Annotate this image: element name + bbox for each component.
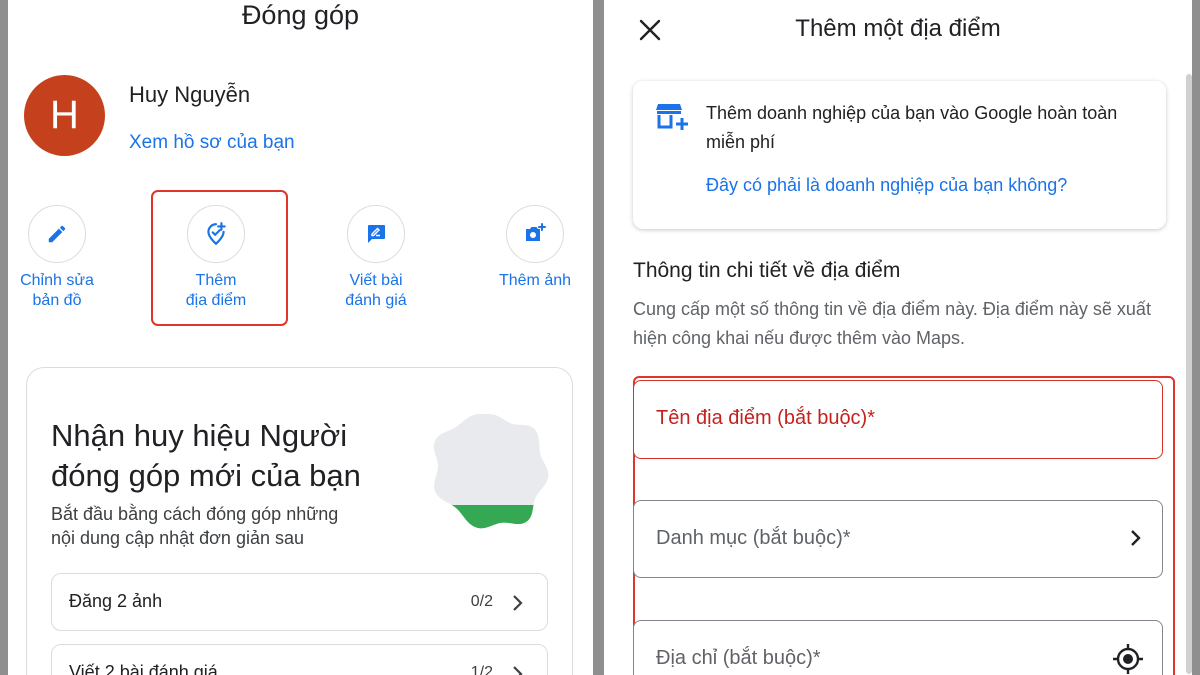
add-photo-icon [506, 205, 564, 263]
write-review-button[interactable]: Viết bài đánh giá [311, 205, 441, 311]
category-field[interactable]: Danh mục (bắt buộc)* [633, 500, 1163, 578]
badge-title: Nhận huy hiệu Người đóng góp mới của bạn [51, 418, 361, 493]
my-location-icon[interactable] [1112, 643, 1144, 675]
address-placeholder: Địa chỉ (bắt buộc)* [656, 647, 821, 669]
task-post-photos[interactable]: Đăng 2 ảnh 0/2 [51, 573, 548, 631]
is-this-your-business-link[interactable]: Đây có phải là doanh nghiệp của bạn khôn… [706, 175, 1067, 196]
add-photo-button[interactable]: Thêm ảnh [470, 205, 593, 291]
user-name: Huy Nguyễn [129, 82, 251, 107]
task-label: Viết 2 bài đánh giá [69, 662, 218, 675]
add-business-text: Thêm doanh nghiệp của bạn vào Google hoà… [706, 103, 1118, 152]
highlight-box [151, 190, 288, 326]
chevron-right-icon [1131, 530, 1141, 546]
place-name-placeholder: Tên địa điểm (bắt buộc)* [656, 407, 876, 429]
contribute-panel: Đóng góp H Huy Nguyễn Xem hồ sơ của bạn … [8, 0, 593, 675]
view-profile-link[interactable]: Xem hồ sơ của bạn [129, 132, 295, 154]
address-field[interactable]: Địa chỉ (bắt buộc)* [633, 620, 1163, 675]
category-placeholder: Danh mục (bắt buộc)* [656, 527, 851, 549]
review-icon [347, 205, 405, 263]
task-label: Đăng 2 ảnh [69, 591, 163, 611]
add-business-card: Thêm doanh nghiệp của bạn vào Google hoà… [633, 81, 1166, 229]
place-name-field[interactable]: Tên địa điểm (bắt buộc)* [633, 380, 1163, 459]
page-title: Đóng góp [241, 0, 360, 30]
write-review-label: Viết bài đánh giá [345, 272, 407, 309]
avatar-letter: H [50, 93, 79, 137]
add-place-panel: Thêm một địa điểm Thêm doanh nghiệp của … [604, 0, 1192, 675]
chevron-right-icon [513, 595, 523, 611]
task-count: 0/2 [470, 593, 493, 610]
section-description: Cung cấp một số thông tin về địa điểm nà… [633, 299, 1151, 348]
edit-map-label: Chỉnh sửa bản đồ [20, 272, 94, 309]
badge-description: Bắt đầu bằng cách đóng góp những nội dun… [51, 504, 339, 548]
scrollbar[interactable] [1186, 74, 1192, 674]
badge-icon [433, 414, 549, 529]
avatar[interactable]: H [24, 75, 105, 156]
badge-card: Nhận huy hiệu Người đóng góp mới của bạn… [26, 367, 573, 675]
pencil-icon [28, 205, 86, 263]
add-photo-label: Thêm ảnh [498, 272, 572, 289]
chevron-right-icon [513, 666, 523, 675]
task-count: 1/2 [470, 664, 493, 675]
section-title: Thông tin chi tiết về địa điểm [633, 259, 901, 282]
edit-map-button[interactable]: Chỉnh sửa bản đồ [8, 205, 122, 311]
task-write-reviews[interactable]: Viết 2 bài đánh giá 1/2 [51, 644, 548, 675]
dialog-title: Thêm một địa điểm [795, 15, 1001, 42]
add-business-icon [656, 104, 688, 130]
